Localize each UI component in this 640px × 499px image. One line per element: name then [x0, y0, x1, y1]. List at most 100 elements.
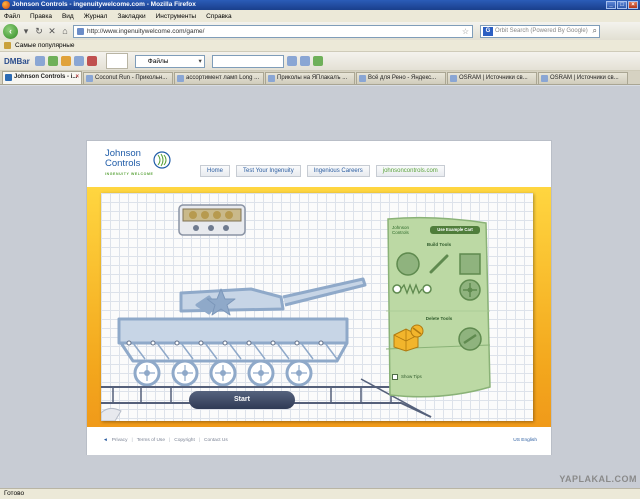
back-button[interactable]: ‹ — [3, 23, 18, 39]
site-footer: ◄ Privacy | Terms of Use | Copyright | C… — [87, 431, 551, 455]
menu-edit[interactable]: Правка — [30, 13, 52, 20]
johnson-controls-logo[interactable]: Johnson Controls INGENUITY WELCOME — [105, 149, 185, 183]
delete-joint-icon[interactable] — [456, 325, 484, 353]
footer-privacy-link[interactable]: Privacy — [112, 438, 128, 443]
build-tools-heading: Build Tools — [426, 242, 452, 247]
footer-terms-link[interactable]: Terms of Use — [137, 438, 165, 443]
toolbar-icon-4[interactable] — [73, 56, 84, 66]
nav-test-your-ingenuity[interactable]: Test Your Ingenuity — [236, 165, 301, 177]
toolbar-icon-5[interactable] — [86, 56, 97, 66]
toolbar-search-input[interactable] — [211, 54, 284, 68]
bookmarks-toolbar: Самые популярные — [0, 40, 640, 52]
nav-ingenious-careers[interactable]: Ingenious Careers — [306, 165, 370, 177]
toolbar-icon-1[interactable] — [34, 56, 45, 66]
toolbar-download-icon[interactable] — [299, 56, 310, 66]
circle-tool-icon[interactable] — [395, 251, 421, 277]
tab-label: OSRAM | Источники св... — [550, 75, 619, 81]
show-tips-label: Show Tips — [401, 374, 422, 379]
nav-johnsoncontrols-com[interactable]: johnsoncontrols.com — [375, 165, 445, 177]
stop-icon[interactable]: ✕ — [47, 25, 57, 37]
site-favicon-icon — [77, 27, 84, 35]
tab-osram-2[interactable]: OSRAM | Источники св... — [538, 72, 628, 84]
site-container: Johnson Controls INGENUITY WELCOME Home … — [86, 140, 552, 455]
panel-brand: Johnson Controls — [392, 225, 409, 235]
window-controls: _ □ × — [606, 1, 638, 9]
search-icon[interactable]: ⌕ — [593, 26, 597, 36]
tank-cart-drawing — [117, 277, 367, 363]
toolbar-icon-2[interactable] — [47, 56, 58, 66]
language-selector[interactable]: US English — [513, 438, 537, 443]
spring-tool-icon[interactable] — [392, 282, 432, 296]
game-stage: Start Johnson Controls Use Example Cart … — [87, 187, 551, 427]
tab-yaplakal[interactable]: Приколы на ЯПлакалъ ... — [265, 72, 355, 84]
tab-label: Coconut Run - Прикольн... — [95, 75, 168, 81]
toolbar-add-icon[interactable] — [312, 56, 323, 66]
footer-arrow-icon: ◄ — [103, 438, 108, 443]
close-window-button[interactable]: × — [628, 1, 638, 9]
footer-separator: | — [198, 438, 201, 443]
tab-lamps[interactable]: ассортимент ламп Long ... — [174, 72, 264, 84]
tab-strip: Johnson Controls - i... × Coconut Run - … — [0, 71, 640, 85]
menu-file[interactable]: Файл — [4, 13, 20, 20]
search-engine-icon[interactable]: G — [483, 26, 493, 36]
toolbar-search-icon[interactable] — [286, 56, 297, 66]
nav-home[interactable]: Home — [200, 165, 231, 177]
bookmark-folder-icon — [4, 42, 11, 49]
maximize-button[interactable]: □ — [617, 1, 627, 9]
dmbar-logo[interactable]: DMBar — [4, 57, 30, 66]
footer-separator: | — [131, 438, 133, 443]
site-watermark: YAPLAKAL.COM — [559, 474, 637, 484]
tool-panel: Johnson Controls Use Example Cart Build … — [382, 215, 494, 405]
addon-toolbar: DMBar Файлы — [0, 52, 640, 71]
url-text[interactable]: http://www.ingenuitywelcome.com/game/ — [87, 28, 459, 35]
use-example-cart-button[interactable]: Use Example Cart — [430, 226, 480, 234]
files-select[interactable]: Файлы — [134, 54, 205, 68]
footer-links: ◄ Privacy | Terms of Use | Copyright | C… — [103, 438, 228, 443]
delete-object-icon[interactable] — [390, 323, 426, 353]
home-icon[interactable]: ⌂ — [60, 25, 70, 37]
bookmark-most-visited[interactable]: Самые популярные — [15, 42, 75, 49]
menu-bookmarks[interactable]: Закладки — [117, 13, 145, 20]
battery-weight-icon — [178, 204, 246, 236]
toolbar-preview-button[interactable] — [105, 53, 128, 69]
line-tool-icon[interactable] — [428, 253, 450, 275]
logo-mark-icon — [153, 151, 171, 169]
close-tab-icon[interactable]: × — [75, 72, 79, 83]
forward-dropdown-icon[interactable]: ▾ — [21, 25, 31, 37]
tank-spokes — [139, 365, 307, 381]
game-canvas[interactable]: Start Johnson Controls Use Example Cart … — [101, 193, 533, 421]
page-curl-icon — [101, 407, 122, 421]
tab-label: Всё для Рено - Яндекс... — [368, 75, 437, 81]
search-bar[interactable]: G Orbit Search (Powered By Google) ⌕ — [480, 24, 600, 38]
window-titlebar: Johnson Controls - ingenuitywelcome.com … — [0, 0, 640, 10]
wheel-tool-icon[interactable] — [457, 277, 483, 303]
tab-label: OSRAM | Источники св... — [459, 75, 528, 81]
page-viewport: Johnson Controls INGENUITY WELCOME Home … — [0, 86, 640, 488]
tab-osram-1[interactable]: OSRAM | Источники св... — [447, 72, 537, 84]
menu-help[interactable]: Справка — [206, 13, 232, 20]
logo-line-2: Controls — [105, 158, 141, 169]
square-tool-icon[interactable] — [457, 251, 483, 277]
bookmark-star-icon[interactable]: ☆ — [462, 27, 469, 36]
toolbar-icon-3[interactable] — [60, 56, 71, 66]
address-bar[interactable]: http://www.ingenuitywelcome.com/game/ ☆ — [73, 24, 473, 38]
minimize-button[interactable]: _ — [606, 1, 616, 9]
footer-copyright-link[interactable]: Copyright — [174, 438, 195, 443]
tab-coconut-run[interactable]: Coconut Run - Прикольн... — [83, 72, 173, 84]
menu-tools[interactable]: Инструменты — [156, 13, 197, 20]
start-button[interactable]: Start — [189, 391, 295, 409]
tab-johnson-controls[interactable]: Johnson Controls - i... × — [2, 71, 82, 84]
footer-contact-link[interactable]: Contact Us — [204, 438, 228, 443]
status-bar: Готово — [0, 488, 640, 499]
tab-yandex-reno[interactable]: Всё для Рено - Яндекс... — [356, 72, 446, 84]
tab-label: Приколы на ЯПлакалъ ... — [277, 75, 348, 81]
menu-bar: Файл Правка Вид Журнал Закладки Инструме… — [0, 10, 640, 22]
show-tips-checkbox[interactable] — [392, 374, 398, 380]
menu-view[interactable]: Вид — [62, 13, 74, 20]
panel-brand-line-2: Controls — [392, 230, 409, 235]
status-text: Готово — [4, 490, 25, 497]
delete-tools-heading: Delete Tools — [425, 316, 453, 321]
firefox-icon — [2, 1, 10, 9]
reload-icon[interactable]: ↻ — [34, 25, 44, 37]
menu-history[interactable]: Журнал — [84, 13, 108, 20]
